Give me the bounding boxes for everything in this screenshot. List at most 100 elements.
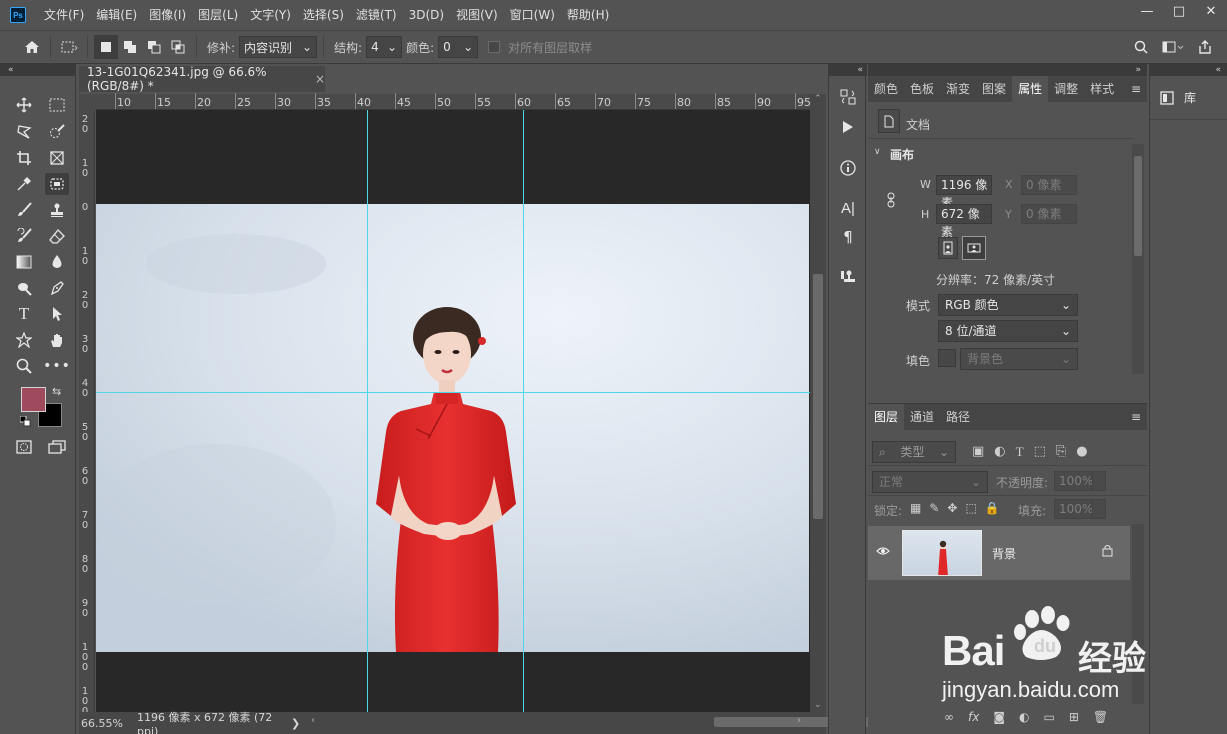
fill-select[interactable]: 背景色 ⌄ bbox=[960, 348, 1078, 370]
collapse-strip-icon[interactable]: « bbox=[829, 64, 867, 76]
delete-layer-icon[interactable]: 🗑 bbox=[1093, 710, 1108, 724]
tab-properties[interactable]: 属性 bbox=[1012, 76, 1049, 102]
clone-source-panel-icon[interactable] bbox=[836, 266, 860, 288]
eraser-tool-icon[interactable] bbox=[45, 225, 69, 247]
bit-depth-select[interactable]: 8 位/通道 ⌄ bbox=[938, 320, 1078, 342]
path-selection-tool-icon[interactable] bbox=[45, 303, 69, 325]
frame-tool-icon[interactable] bbox=[45, 147, 69, 169]
marquee-tool-icon[interactable] bbox=[45, 94, 69, 116]
swap-colors-icon[interactable]: ⇆ bbox=[52, 385, 61, 398]
history-panel-icon[interactable] bbox=[836, 86, 860, 108]
shape-filter-icon[interactable]: ⬚ bbox=[1034, 444, 1046, 460]
color-mode-select[interactable]: RGB 颜色 ⌄ bbox=[938, 294, 1078, 316]
menu-edit[interactable]: 编辑(E) bbox=[90, 0, 143, 30]
status-menu-arrow[interactable]: ❯ bbox=[291, 717, 311, 730]
tab-layers[interactable]: 图层 bbox=[868, 404, 905, 430]
zoom-level[interactable]: 66.55% bbox=[79, 717, 131, 730]
scroll-right-icon[interactable]: › bbox=[797, 715, 801, 726]
new-group-icon[interactable]: ▭ bbox=[1043, 710, 1054, 724]
menu-layer[interactable]: 图层(L) bbox=[192, 0, 244, 30]
more-tools-icon[interactable]: ••• bbox=[43, 355, 70, 377]
gradient-tool-icon[interactable] bbox=[12, 251, 36, 273]
pen-tool-icon[interactable] bbox=[45, 277, 69, 299]
foreground-color-swatch[interactable] bbox=[21, 387, 46, 412]
patch-tool-icon[interactable] bbox=[45, 173, 69, 195]
layer-name[interactable]: 背景 bbox=[992, 545, 1016, 562]
opacity-dropdown[interactable] bbox=[1092, 471, 1106, 491]
library-button[interactable]: 库 bbox=[1150, 76, 1227, 120]
tab-adjustments[interactable]: 调整 bbox=[1048, 76, 1084, 102]
collapse-panels-icon[interactable]: » bbox=[868, 64, 1147, 76]
link-dimensions-icon[interactable] bbox=[886, 192, 896, 211]
visibility-eye-icon[interactable] bbox=[876, 545, 890, 559]
screen-mode-icon[interactable] bbox=[45, 436, 69, 458]
pixel-filter-icon[interactable]: ▣ bbox=[972, 444, 984, 460]
lasso-tool-icon[interactable] bbox=[12, 121, 36, 143]
tab-color[interactable]: 颜色 bbox=[868, 76, 904, 102]
lock-artboard-icon[interactable]: ⬚ bbox=[965, 501, 976, 515]
menu-3d[interactable]: 3D(D) bbox=[403, 0, 450, 30]
document-tab[interactable]: 13-1G01Q62341.jpg @ 66.6%(RGB/8#) * × bbox=[79, 65, 325, 93]
smart-object-filter-icon[interactable]: ⎘ bbox=[1056, 444, 1066, 460]
workspace-icon[interactable] bbox=[1161, 35, 1185, 59]
quick-mask-icon[interactable] bbox=[12, 436, 36, 458]
lock-position-icon[interactable]: ✥ bbox=[947, 501, 957, 515]
subtract-selection-icon[interactable] bbox=[142, 35, 166, 59]
sample-all-layers-checkbox[interactable] bbox=[488, 41, 501, 53]
filter-toggle-icon[interactable]: ● bbox=[1076, 444, 1087, 460]
adjustment-filter-icon[interactable]: ◐ bbox=[994, 444, 1005, 460]
menu-file[interactable]: 文件(F) bbox=[38, 0, 90, 30]
menu-type[interactable]: 文字(Y) bbox=[244, 0, 297, 30]
portrait-orientation-icon[interactable] bbox=[938, 237, 958, 259]
home-icon[interactable] bbox=[20, 35, 44, 59]
scroll-up-icon[interactable]: ⌃ bbox=[814, 94, 822, 104]
default-colors-icon[interactable] bbox=[19, 415, 32, 428]
section-collapse-icon[interactable]: ∨ bbox=[874, 147, 881, 157]
zoom-tool-icon[interactable] bbox=[12, 355, 36, 377]
collapse-tools-icon[interactable]: « bbox=[0, 64, 76, 76]
width-field[interactable]: 1196 像素 bbox=[936, 175, 992, 210]
height-field[interactable]: 672 像素 bbox=[936, 204, 992, 239]
scroll-down-icon[interactable]: ⌄ bbox=[814, 700, 822, 710]
intersect-selection-icon[interactable] bbox=[166, 35, 190, 59]
y-field[interactable]: 0 像素 bbox=[1021, 204, 1077, 224]
type-tool-icon[interactable]: T bbox=[12, 303, 36, 325]
crop-tool-icon[interactable] bbox=[12, 147, 36, 169]
add-selection-icon[interactable] bbox=[118, 35, 142, 59]
brush-tool-icon[interactable] bbox=[12, 199, 36, 221]
x-field[interactable]: 0 像素 bbox=[1021, 175, 1077, 195]
link-layers-icon[interactable]: ∞ bbox=[944, 710, 954, 724]
clone-stamp-tool-icon[interactable] bbox=[45, 199, 69, 221]
menu-view[interactable]: 视图(V) bbox=[450, 0, 504, 30]
fill-swatch[interactable] bbox=[938, 349, 956, 367]
layers-menu-icon[interactable]: ≡ bbox=[1131, 404, 1147, 430]
character-panel-icon[interactable]: A| bbox=[836, 197, 860, 219]
horizontal-ruler[interactable]: 10 15 20 25 30 35 40 45 50 55 60 65 70 75 80 85 90 95 bbox=[96, 93, 811, 110]
tab-paths[interactable]: 路径 bbox=[940, 404, 976, 430]
scroll-left-icon[interactable]: ‹ bbox=[311, 715, 315, 726]
collapse-library-icon[interactable]: « bbox=[1149, 64, 1227, 76]
menu-window[interactable]: 窗口(W) bbox=[504, 0, 561, 30]
patch-tool-preset-icon[interactable] bbox=[57, 35, 81, 59]
eyedropper-tool-icon[interactable] bbox=[12, 173, 36, 195]
adjustment-layer-icon[interactable]: ◐ bbox=[1019, 710, 1029, 724]
menu-select[interactable]: 选择(S) bbox=[297, 0, 350, 30]
vertical-scroll-thumb[interactable] bbox=[813, 274, 823, 519]
vertical-scrollbar[interactable]: ⌃ ⌄ bbox=[810, 94, 826, 712]
new-layer-icon[interactable]: ⊞ bbox=[1069, 710, 1079, 724]
landscape-orientation-icon[interactable] bbox=[962, 236, 986, 260]
blur-tool-icon[interactable] bbox=[45, 251, 69, 273]
actions-play-icon[interactable] bbox=[836, 116, 860, 138]
tab-gradients[interactable]: 渐变 bbox=[940, 76, 976, 102]
hand-tool-icon[interactable] bbox=[45, 329, 69, 351]
vertical-guide[interactable] bbox=[523, 110, 524, 712]
search-icon[interactable] bbox=[1129, 35, 1153, 59]
share-icon[interactable] bbox=[1193, 35, 1217, 59]
lock-all-icon[interactable]: 🔒 bbox=[985, 501, 1000, 515]
menu-help[interactable]: 帮助(H) bbox=[561, 0, 615, 30]
restore-button[interactable]: □ bbox=[1163, 0, 1195, 22]
fill-opacity-dropdown[interactable] bbox=[1092, 499, 1106, 519]
opacity-field[interactable]: 100% bbox=[1054, 471, 1093, 491]
layer-style-fx-icon[interactable]: fx bbox=[968, 710, 979, 724]
type-filter-icon[interactable]: T bbox=[1016, 444, 1024, 460]
